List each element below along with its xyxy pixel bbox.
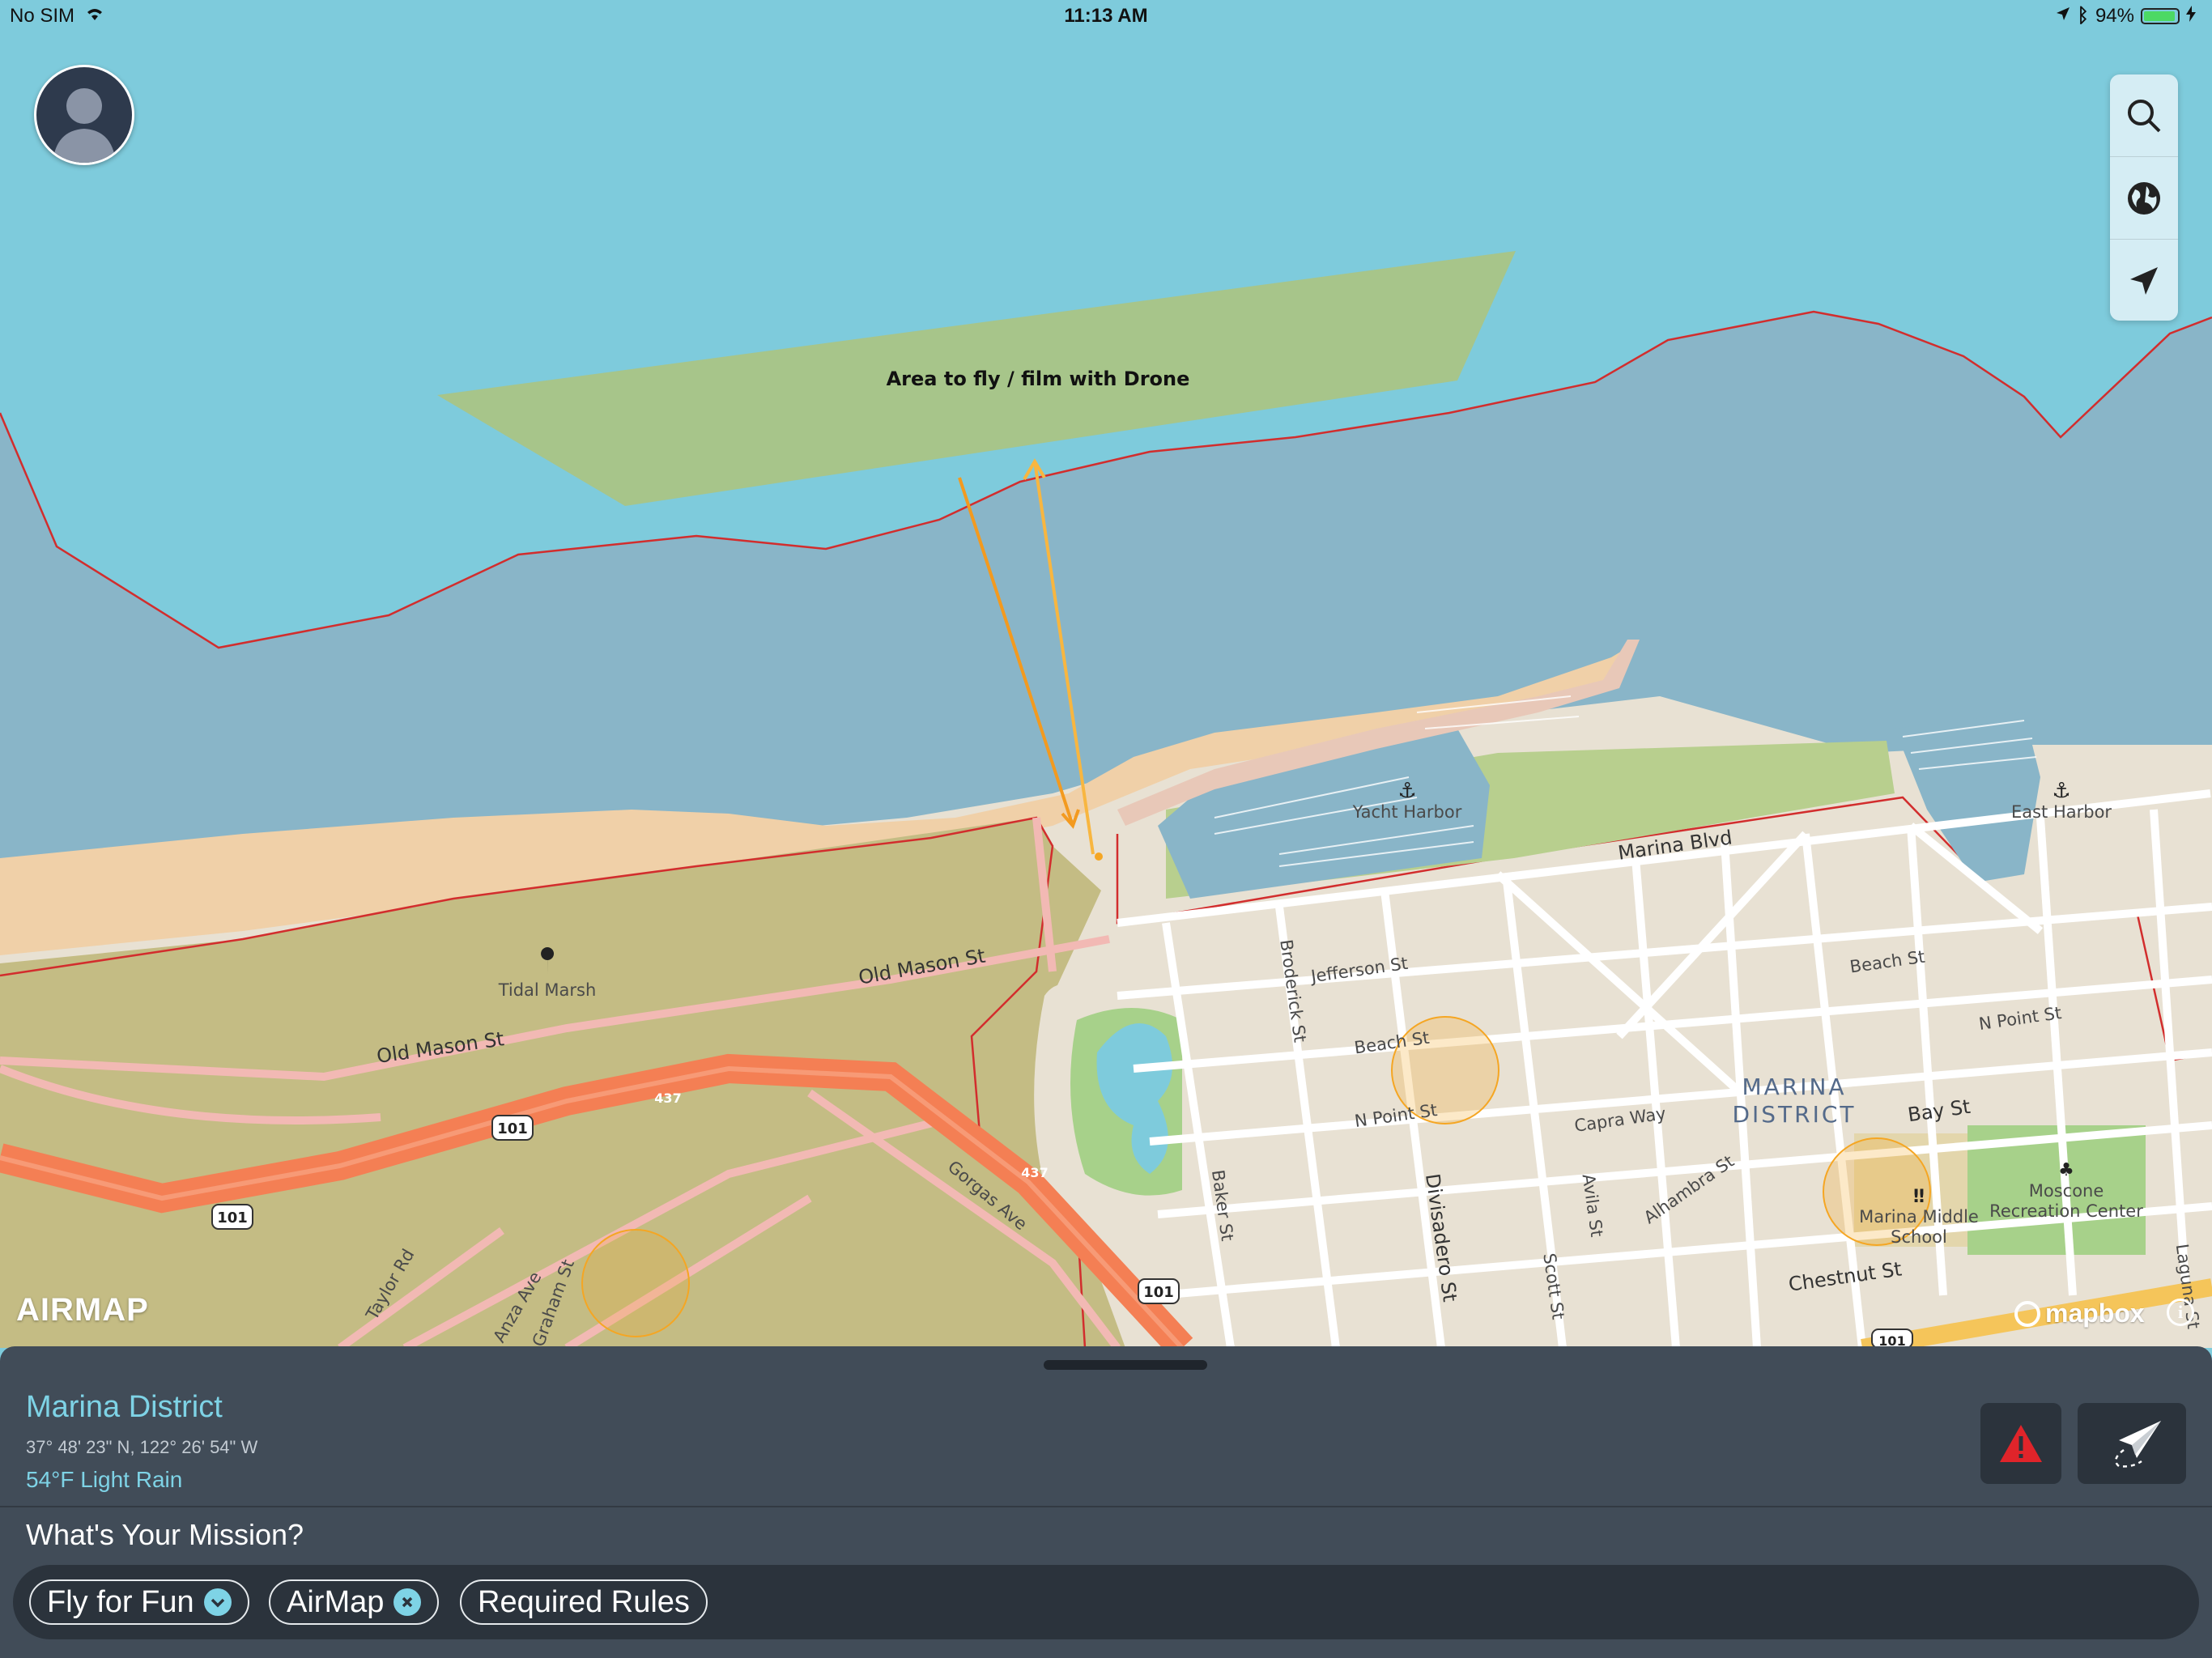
profile-avatar-button[interactable] <box>34 65 134 165</box>
globe-icon <box>2128 181 2160 215</box>
mapbox-icon <box>2014 1300 2040 1327</box>
flight-plan-button[interactable] <box>2078 1403 2186 1484</box>
locate-me-button[interactable] <box>2110 240 2178 321</box>
svg-text:101: 101 <box>497 1120 528 1137</box>
chip-label: Required Rules <box>478 1584 690 1619</box>
chip-airmap[interactable]: AirMap <box>269 1579 440 1625</box>
map-view[interactable]: Area to fly / film with Drone Tidal Mars… <box>0 0 2212 1348</box>
mapbox-logo[interactable]: mapbox <box>2014 1299 2145 1329</box>
advisory-circle-presidio[interactable] <box>581 1229 690 1337</box>
marina-district-label-1: MARINA <box>1742 1073 1846 1100</box>
yacht-harbor-label: Yacht Harbor <box>1352 802 1462 822</box>
charging-icon <box>2186 5 2196 28</box>
us101-shield-c: 101 <box>1138 1278 1180 1304</box>
search-icon <box>2128 99 2161 132</box>
us101-shield-a: 101 <box>491 1115 534 1141</box>
fly-area-label: Area to fly / film with Drone <box>887 368 1190 390</box>
map-style-button[interactable] <box>2110 157 2178 240</box>
map-toolbar <box>2110 74 2178 321</box>
school-icon: ‼ <box>1913 1187 1925 1207</box>
chip-label: Fly for Fun <box>47 1584 194 1619</box>
clock: 11:13 AM <box>1064 5 1148 27</box>
hwy437-label-b: 437 <box>1021 1165 1048 1180</box>
school-label-2: School <box>1891 1227 1947 1247</box>
chevron-down-icon[interactable] <box>203 1588 232 1616</box>
person-icon <box>53 88 116 163</box>
marina-district-label-2: DISTRICT <box>1732 1101 1856 1128</box>
advisories-button[interactable] <box>1980 1403 2061 1484</box>
mission-chip-bar: Fly for Fun AirMap Required Rules <box>13 1565 2199 1639</box>
location-arrow-icon <box>2130 266 2158 295</box>
mapbox-label: mapbox <box>2045 1299 2145 1328</box>
bluetooth-icon: ᛒ <box>2077 5 2089 27</box>
tree-icon: ♣ <box>2058 1160 2074 1180</box>
anchor-icon-east: ⚓ <box>2052 779 2070 803</box>
place-title: Marina District <box>26 1390 223 1424</box>
info-button[interactable]: i <box>2167 1299 2194 1326</box>
chip-label: AirMap <box>287 1584 385 1619</box>
chip-fly-for-fun[interactable]: Fly for Fun <box>29 1579 249 1625</box>
hwy437-label-a: 437 <box>654 1090 681 1106</box>
warning-icon <box>2000 1425 2042 1462</box>
mission-question: What's Your Mission? <box>26 1518 304 1551</box>
anchor-icon: ⚓ <box>1397 779 1416 803</box>
status-bar: No SIM 11:13 AM ᛒ 94% <box>0 0 2212 34</box>
coordinates-label: 37° 48' 23" N, 122° 26' 54" W <box>26 1437 258 1457</box>
us101-shield-d: 101 <box>1871 1329 1913 1348</box>
svg-text:101: 101 <box>1143 1284 1174 1301</box>
panel-divider <box>0 1506 2212 1507</box>
school-label-1: Marina Middle <box>1859 1207 1979 1226</box>
bottom-sheet: Marina District 37° 48' 23" N, 122° 26' … <box>0 1346 2212 1658</box>
east-harbor-label: East Harbor <box>2011 802 2112 822</box>
paper-plane-icon <box>2114 1421 2161 1468</box>
search-button[interactable] <box>2110 74 2178 157</box>
drone-location-dot <box>1095 852 1103 861</box>
airmap-logo: AIRMAP <box>16 1292 149 1328</box>
battery-fill <box>2144 11 2175 21</box>
sheet-drag-handle[interactable] <box>1044 1360 1207 1370</box>
moscone-label-2: Recreation Center <box>1989 1201 2143 1221</box>
us101-shield-b: 101 <box>211 1204 253 1230</box>
close-icon[interactable] <box>393 1588 422 1616</box>
svg-text:101: 101 <box>217 1209 248 1226</box>
weather-label: 54°F Light Rain <box>26 1467 183 1492</box>
battery-icon <box>2141 8 2180 24</box>
tidal-marsh-label: Tidal Marsh <box>498 980 597 1000</box>
battery-percent: 94% <box>2095 5 2134 27</box>
chip-required-rules[interactable]: Required Rules <box>460 1579 708 1625</box>
moscone-label-1: Moscone <box>2029 1181 2104 1201</box>
location-arrow-icon <box>2055 5 2071 28</box>
